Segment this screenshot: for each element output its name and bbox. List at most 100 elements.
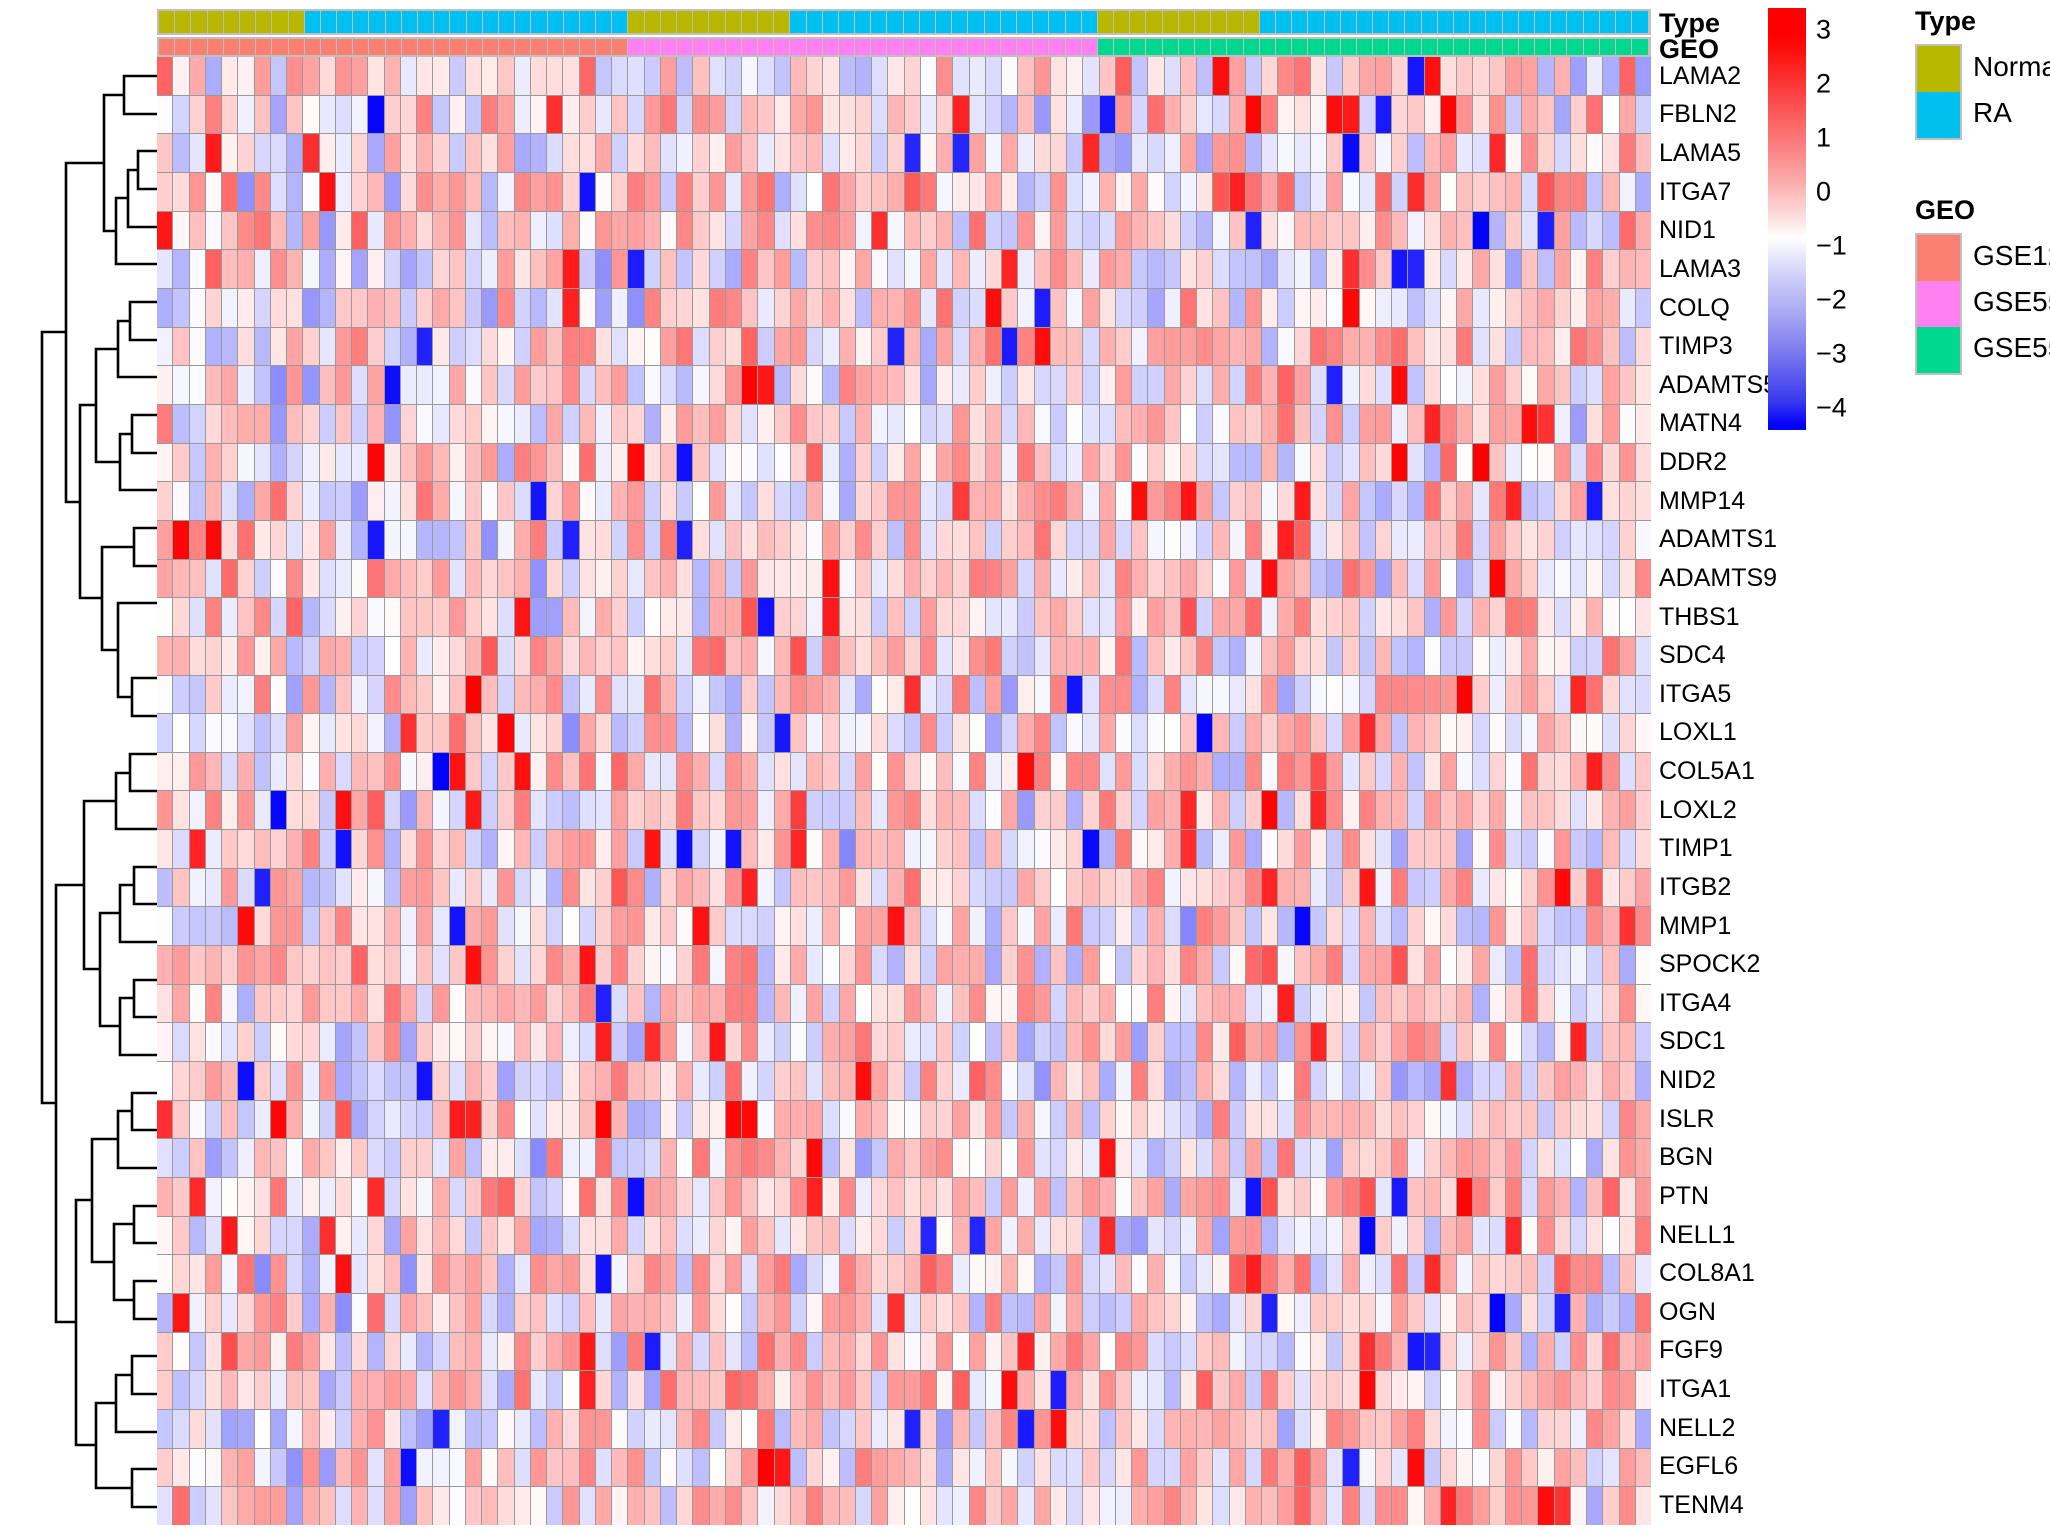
heatmap-cell [368,443,385,482]
heatmap-cell [547,675,564,714]
heatmap-cell [1554,366,1571,404]
annotation-cell-type [806,11,823,33]
heatmap-cell [157,1409,174,1448]
heatmap-cell [254,250,271,288]
heatmap-cell [205,172,222,211]
annotation-cell-geo [596,39,613,55]
annotation-cell-type [919,11,936,33]
annotation-cell-geo [434,39,451,55]
heatmap-cell [563,559,580,598]
heatmap-cell [1603,830,1620,868]
heatmap-cell [498,250,515,288]
heatmap-cell [872,830,889,868]
heatmap-cell [644,520,661,559]
heatmap-cell [1229,366,1246,404]
heatmap-cell [417,830,434,868]
heatmap-cell [579,1100,596,1139]
heatmap-cell [758,868,775,907]
heatmap-cell [449,752,466,791]
heatmap-cell [270,1371,287,1409]
heatmap-cell [1457,868,1474,907]
heatmap-cell [855,211,872,250]
heatmap-cell [1343,1023,1360,1062]
heatmap-cell [1294,1023,1311,1062]
heatmap-cell [742,984,759,1023]
heatmap-cell [287,1100,304,1139]
heatmap-cell [465,791,482,830]
heatmap-cell [173,404,190,443]
heatmap-cell [384,250,401,288]
heatmap-cell [1522,598,1539,636]
heatmap-cell [1619,1023,1636,1062]
heatmap-cell [1197,1487,1214,1525]
heatmap-cell [1099,559,1116,598]
heatmap-cell [904,250,921,288]
heatmap-cell [189,482,206,520]
heatmap-cell [433,598,450,636]
heatmap-cell [368,1294,385,1332]
heatmap-cell [1359,559,1376,598]
heatmap-cell [644,211,661,250]
heatmap-cell [319,714,336,752]
heatmap-cell [725,482,742,520]
heatmap-cell [319,1332,336,1371]
heatmap-cell [969,172,986,211]
heatmap-cell [465,1371,482,1409]
annotation-cell-type [579,11,597,33]
heatmap-cell [1603,95,1620,134]
heatmap-cell [270,404,287,443]
heatmap-cell [644,1371,661,1409]
heatmap-cell [157,172,174,211]
heatmap-cell [758,288,775,327]
heatmap-cell [1619,636,1636,675]
heatmap-cell [1164,288,1181,327]
heatmap-cell [774,1409,791,1448]
heatmap-row [157,675,1651,715]
heatmap-row [157,211,1651,251]
heatmap-cell [937,907,954,946]
heatmap-cell [1603,172,1620,211]
heatmap-cell [1327,211,1344,250]
heatmap-cell [1424,1371,1441,1409]
heatmap-cell [677,559,694,598]
heatmap-cell [238,714,255,752]
heatmap-cell [303,1216,320,1255]
heatmap-cell [1603,907,1620,946]
heatmap-cell [1132,482,1149,520]
heatmap-cell [1392,1371,1409,1409]
heatmap-cell [1635,1487,1651,1525]
legend-swatch [1917,46,1960,92]
heatmap-cell [725,1448,742,1487]
heatmap-cell [1619,366,1636,404]
heatmap-cell [1229,598,1246,636]
heatmap-cell [1115,1332,1132,1371]
heatmap-cell [985,1255,1002,1293]
heatmap-cell [823,1487,840,1525]
heatmap-cell [1083,1294,1100,1332]
heatmap-cell [1229,1255,1246,1293]
heatmap-cell [628,791,645,830]
annotation-cell-type [320,11,338,33]
heatmap-cell [1213,1255,1230,1293]
heatmap-cell [920,636,937,675]
heatmap-cell [465,1448,482,1487]
heatmap-cell [514,1139,531,1178]
heatmap-cell [368,288,385,327]
heatmap-cell [189,1139,206,1178]
heatmap-cell [628,1100,645,1139]
heatmap-cell [985,830,1002,868]
heatmap-cell [1327,1100,1344,1139]
heatmap-cell [644,675,661,714]
heatmap-cell [498,1139,515,1178]
heatmap-cell [1587,404,1604,443]
heatmap-cell [400,984,417,1023]
heatmap-cell [1587,598,1604,636]
heatmap-row [157,288,1651,328]
heatmap-cell [888,1139,905,1178]
heatmap-cell [904,366,921,404]
heatmap-cell [904,288,921,327]
heatmap-cell [189,211,206,250]
heatmap-cell [839,559,856,598]
heatmap-cell [1538,1062,1555,1100]
heatmap-cell [1343,791,1360,830]
